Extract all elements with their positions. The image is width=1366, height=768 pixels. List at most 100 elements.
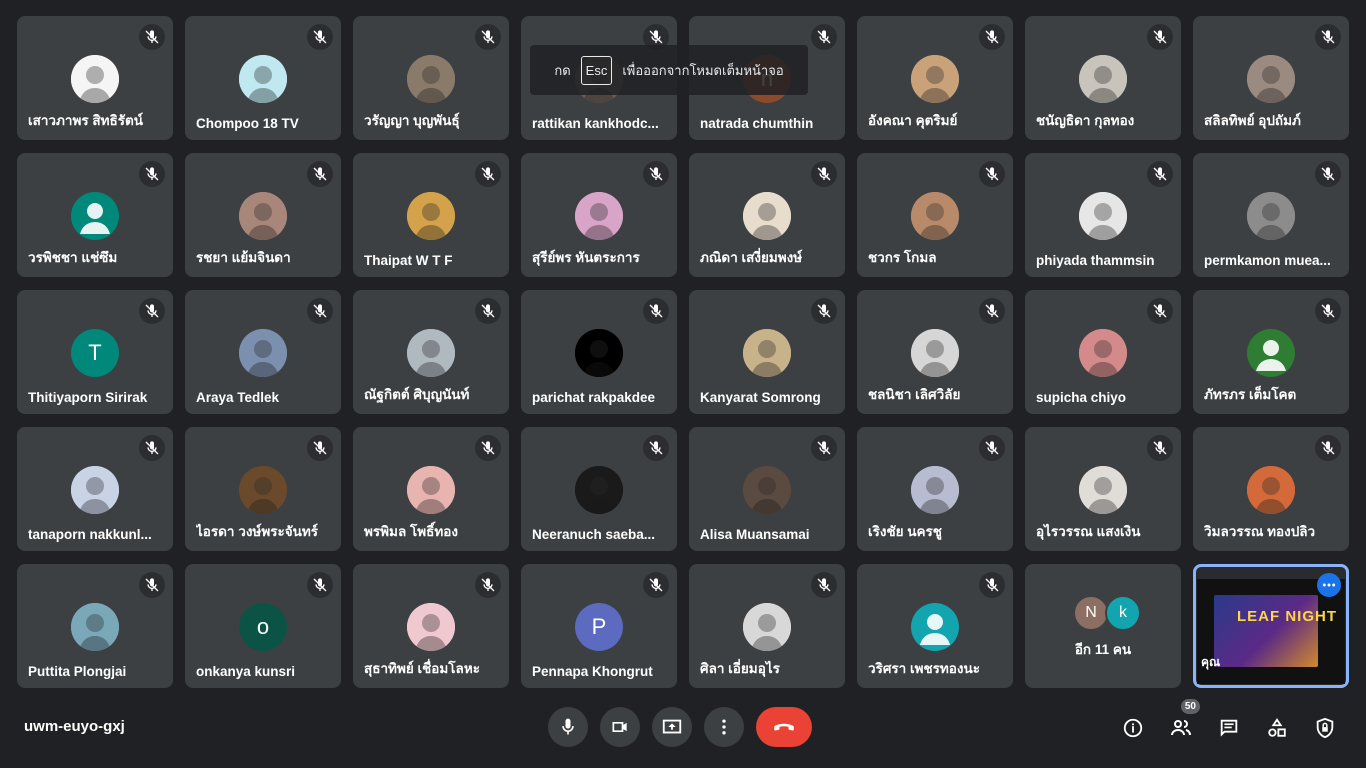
participant-name: ภัทรภร เต็มโคต <box>1204 387 1297 402</box>
participant-tile[interactable]: ชลนิชา เลิศวิลัย <box>857 290 1013 414</box>
avatar <box>911 603 959 651</box>
avatar <box>575 466 623 514</box>
people-icon <box>1171 720 1191 736</box>
camera-icon <box>612 722 627 732</box>
participant-tile[interactable]: P Pennapa Khongrut <box>521 564 677 688</box>
participant-tile[interactable]: o onkanya kunsri <box>185 564 341 688</box>
participant-name: อังคณา คุตริมย์ <box>868 113 958 128</box>
more-participants-tile[interactable]: Nk อีก 11 คน <box>1025 564 1181 688</box>
participant-tile[interactable]: phiyada thammsin <box>1025 153 1181 277</box>
participant-tile[interactable]: Thaipat W T F <box>353 153 509 277</box>
end-call-button[interactable] <box>756 707 812 747</box>
participant-name: ชนัญธิดา กุลทอง <box>1036 113 1135 128</box>
participant-name: permkamon muea... <box>1204 253 1331 268</box>
participant-name: parichat rakpakdee <box>532 390 656 405</box>
muted-mic-icon <box>139 298 165 324</box>
mic-button[interactable] <box>548 707 588 747</box>
esc-key: Esc <box>580 55 613 85</box>
participant-tile[interactable]: เริงชัย นครชู <box>857 427 1013 551</box>
muted-mic-icon <box>1315 298 1341 324</box>
participant-tile[interactable]: อุไรวรรณ แสงเงิน <box>1025 427 1181 551</box>
host-controls-button[interactable] <box>1304 707 1346 749</box>
participant-tile[interactable]: tanaporn nakkunl... <box>17 427 173 551</box>
avatar <box>1247 55 1295 103</box>
participant-tile[interactable]: ภัทรภร เต็มโคต <box>1193 290 1349 414</box>
activities-icon <box>1268 718 1286 737</box>
participant-name: Kanyarat Somrong <box>700 390 821 405</box>
participant-name: rattikan kankhodc... <box>532 116 659 131</box>
avatar <box>743 192 791 240</box>
muted-mic-icon <box>475 161 501 187</box>
avatar <box>407 466 455 514</box>
host-controls-icon <box>1316 717 1334 739</box>
participant-tile[interactable]: Araya Tedlek <box>185 290 341 414</box>
participant-tile[interactable]: Chompoo 18 TV <box>185 16 341 140</box>
participant-tile[interactable]: อังคณา คุตริมย์ <box>857 16 1013 140</box>
participant-name: สุรีย์พร หันตระการ <box>532 250 640 265</box>
more-options-button[interactable] <box>704 707 744 747</box>
participant-tile[interactable]: Puttita Plongjai <box>17 564 173 688</box>
participant-tile[interactable]: รชยา แย้มจินดา <box>185 153 341 277</box>
participant-tile[interactable]: วรพิชชา แช่ซึม <box>17 153 173 277</box>
participant-name: Puttita Plongjai <box>28 664 127 679</box>
muted-mic-icon <box>1315 435 1341 461</box>
participant-tile[interactable]: พรพิมล โพธิ์ทอง <box>353 427 509 551</box>
participant-name: วิมลวรรณ ทองปลิว <box>1204 524 1316 539</box>
participant-name: ไอรดา วงษ์พระจันทร์ <box>196 524 319 539</box>
mini-avatar: N <box>1073 595 1109 631</box>
avatar <box>71 55 119 103</box>
avatar <box>575 329 623 377</box>
participant-tile[interactable]: สลิลทิพย์ อุปถัมภ์ <box>1193 16 1349 140</box>
participant-name: ภณิดา เสงี่ยมพงษ์ <box>700 250 803 265</box>
avatar <box>71 192 119 240</box>
camera-button[interactable] <box>600 707 640 747</box>
call-controls <box>548 707 812 747</box>
participant-tile[interactable]: ชนัญธิดา กุลทอง <box>1025 16 1181 140</box>
self-view-tile[interactable]: LEAF NIGHT คุณ <box>1193 564 1349 688</box>
participant-tile[interactable]: วรัญญา บุญพันธุ์ <box>353 16 509 140</box>
participant-tile[interactable]: เสาวภาพร สิทธิรัตน์ <box>17 16 173 140</box>
muted-mic-icon <box>811 298 837 324</box>
avatar <box>911 55 959 103</box>
participant-tile[interactable]: supicha chiyo <box>1025 290 1181 414</box>
tile-options-button[interactable] <box>1317 573 1341 597</box>
present-screen-button[interactable] <box>652 707 692 747</box>
participant-name: Thaipat W T F <box>364 253 453 268</box>
participant-name: เริงชัย นครชู <box>868 524 942 539</box>
presentation-slide <box>1214 595 1318 667</box>
avatar: P <box>575 603 623 651</box>
participant-tile[interactable]: T Thitiyaporn Sirirak <box>17 290 173 414</box>
participant-name: ณัฐกิตต์ ศิบุญนันท์ <box>364 387 470 402</box>
participant-tile[interactable]: Alisa Muansamai <box>689 427 845 551</box>
participant-tile[interactable]: ศิลา เอี่ยมอุไร <box>689 564 845 688</box>
participant-tile[interactable]: ภณิดา เสงี่ยมพงษ์ <box>689 153 845 277</box>
avatar <box>407 329 455 377</box>
muted-mic-icon <box>307 24 333 50</box>
participant-tile[interactable]: สุธาทิพย์ เชื่อมโลหะ <box>353 564 509 688</box>
participant-tile[interactable]: parichat rakpakdee <box>521 290 677 414</box>
participant-name: พรพิมล โพธิ์ทอง <box>364 524 458 539</box>
muted-mic-icon <box>139 435 165 461</box>
participant-name: Pennapa Khongrut <box>532 664 653 679</box>
avatar <box>575 192 623 240</box>
activities-button[interactable] <box>1256 707 1298 749</box>
avatar <box>1079 192 1127 240</box>
chat-button[interactable] <box>1208 707 1250 749</box>
participant-name: วรัญญา บุญพันธุ์ <box>364 113 460 128</box>
participant-tile[interactable]: Kanyarat Somrong <box>689 290 845 414</box>
participant-tile[interactable]: permkamon muea... <box>1193 153 1349 277</box>
avatar <box>1079 329 1127 377</box>
avatar <box>239 466 287 514</box>
participant-tile[interactable]: สุรีย์พร หันตระการ <box>521 153 677 277</box>
people-button[interactable]: 50 <box>1160 699 1202 749</box>
participant-tile[interactable]: วริศรา เพชรทองนะ <box>857 564 1013 688</box>
muted-mic-icon <box>643 435 669 461</box>
participant-tile[interactable]: ณัฐกิตต์ ศิบุญนันท์ <box>353 290 509 414</box>
participant-tile[interactable]: วิมลวรรณ ทองปลิว <box>1193 427 1349 551</box>
participant-tile[interactable]: ชวกร โกมล <box>857 153 1013 277</box>
meeting-details-button[interactable] <box>1112 707 1154 749</box>
participant-tile[interactable]: Neeranuch saeba... <box>521 427 677 551</box>
fullscreen-exit-banner: กด Esc เพื่อออกจากโหมดเต็มหน้าจอ <box>530 45 808 95</box>
muted-mic-icon <box>475 24 501 50</box>
participant-tile[interactable]: ไอรดา วงษ์พระจันทร์ <box>185 427 341 551</box>
